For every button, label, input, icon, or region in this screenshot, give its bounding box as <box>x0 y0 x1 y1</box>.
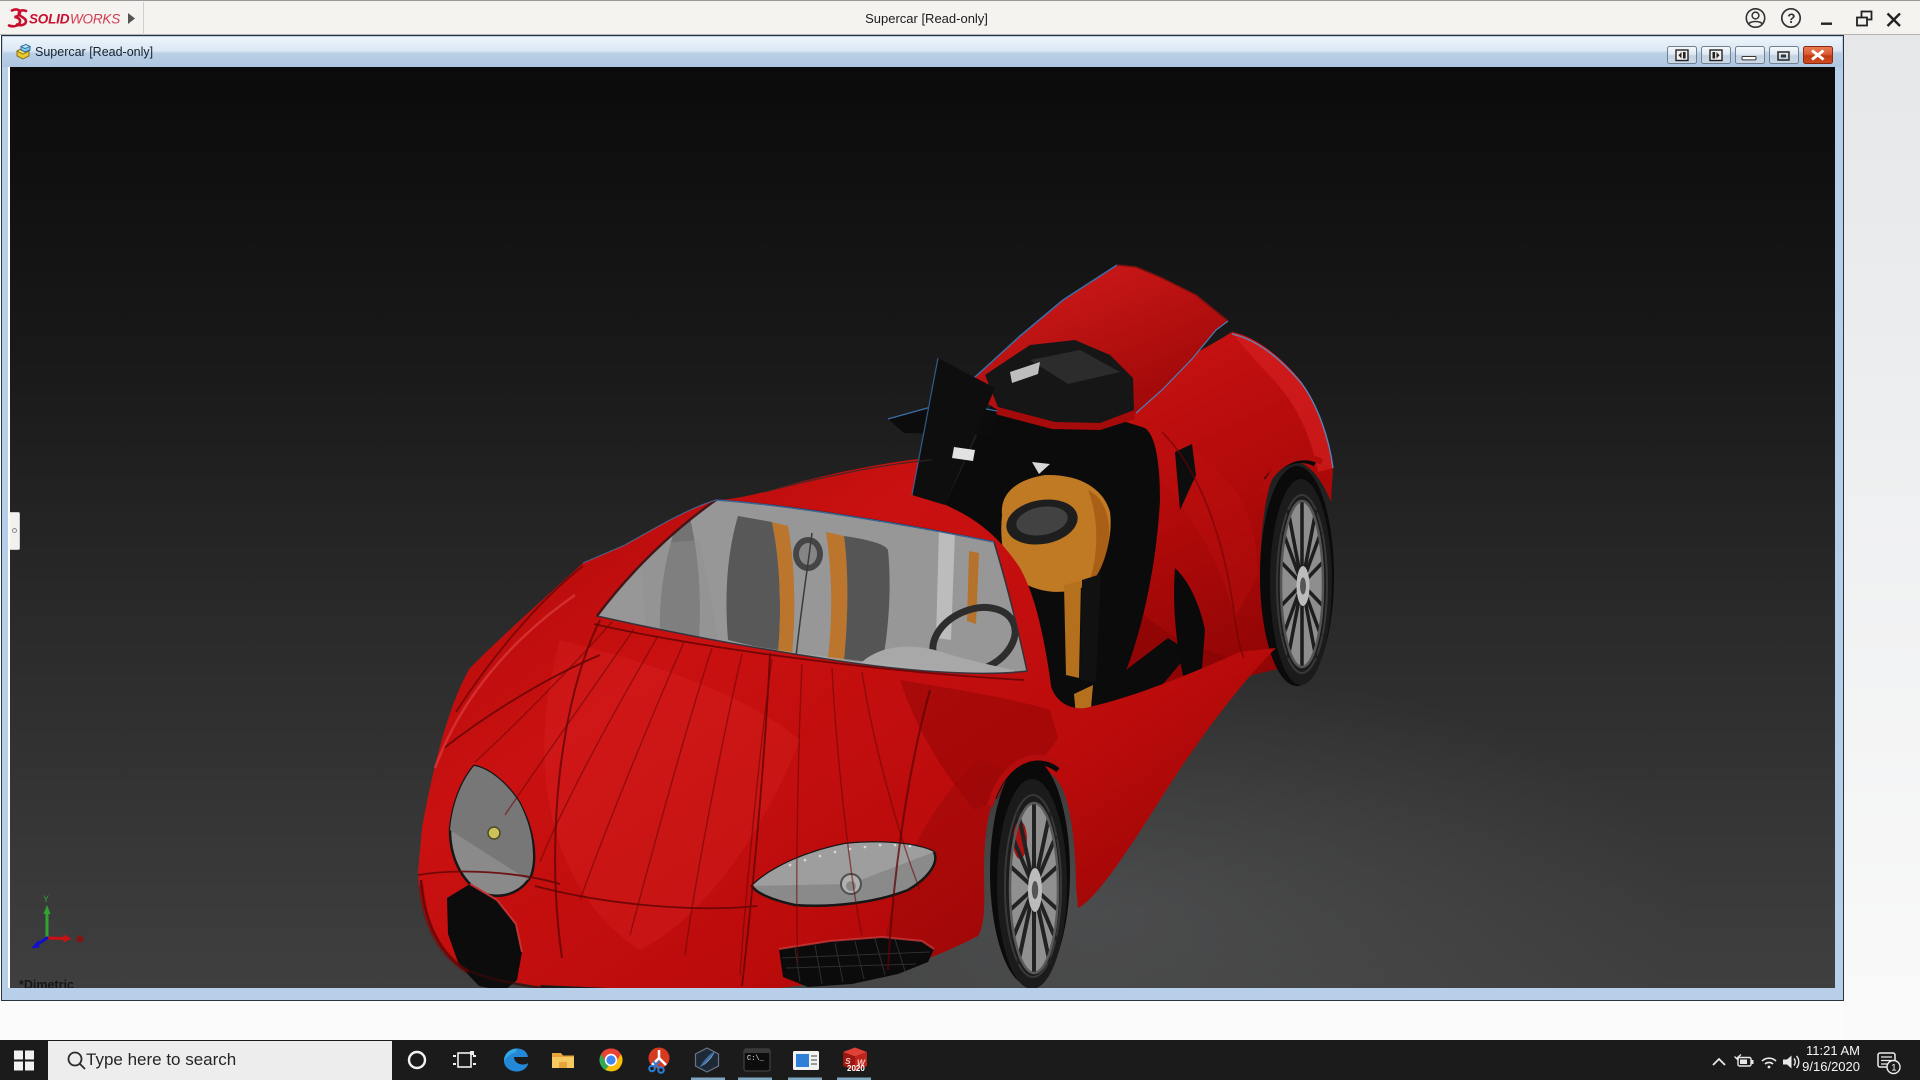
svg-text:*Dimetric: *Dimetric <box>19 978 74 988</box>
svg-text:1: 1 <box>1891 1063 1896 1074</box>
svg-text:C:\_: C:\_ <box>747 1055 765 1063</box>
svg-text:?: ? <box>1787 11 1795 26</box>
svg-text:2020: 2020 <box>847 1064 865 1073</box>
svg-text:Y: Y <box>43 894 49 904</box>
